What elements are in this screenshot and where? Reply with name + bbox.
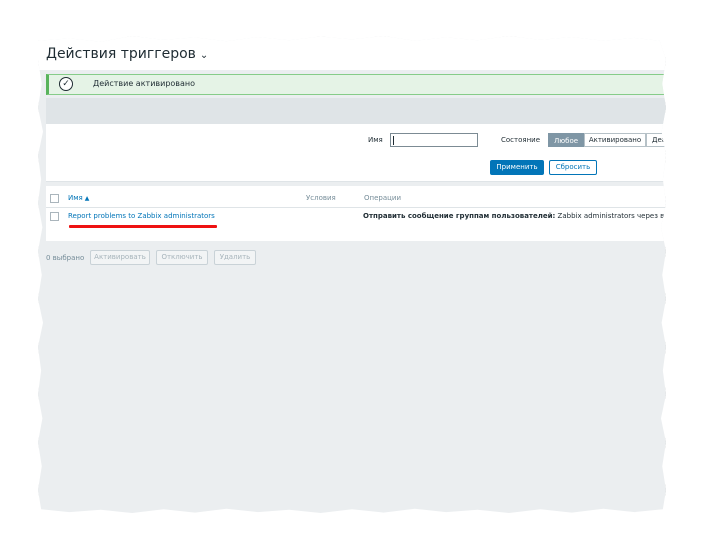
action-name-link[interactable]: Report problems to Zabbix administrators — [68, 212, 215, 220]
header-divider — [46, 207, 666, 208]
delete-button[interactable]: Удалить — [214, 250, 256, 265]
success-message: ✓ Действие активировано — [46, 74, 666, 95]
screenshot-sheet: Действия триггеров ⌄ ✓ Действие активиров… — [38, 36, 666, 514]
message-text: Действие активировано — [93, 79, 196, 88]
enable-button[interactable]: Активировать — [90, 250, 150, 265]
state-option-enabled[interactable]: Активировано — [584, 133, 646, 147]
column-header-name[interactable]: Имя ▲ — [68, 194, 89, 202]
state-option-any[interactable]: Любое — [548, 133, 584, 147]
filter-panel: Имя Состояние Любое Активировано Деактив… — [46, 124, 666, 182]
text-caret — [393, 136, 394, 145]
selected-count: 0 выбрано — [46, 254, 85, 262]
filter-tab-strip — [46, 98, 666, 124]
column-header-operations: Операции — [364, 194, 401, 202]
filter-name-label: Имя — [368, 136, 383, 144]
state-option-disabled[interactable]: Деактивировано — [646, 133, 666, 147]
sort-asc-icon: ▲ — [84, 195, 90, 202]
column-header-name-label: Имя — [68, 194, 83, 202]
chevron-down-icon[interactable]: ⌄ — [200, 50, 208, 61]
check-circle-icon: ✓ — [59, 77, 73, 91]
reset-button[interactable]: Сбросить — [549, 160, 597, 175]
red-underline-annotation — [69, 225, 217, 228]
filter-state-label: Состояние — [501, 136, 541, 144]
operations-cell: Отправить сообщение группам пользователе… — [363, 212, 666, 220]
header-bar: Действия триггеров ⌄ — [38, 36, 666, 70]
column-header-conditions: Условия — [306, 194, 336, 202]
actions-table: Имя ▲ Условия Операции Report problems to… — [46, 186, 666, 241]
row-checkbox[interactable] — [50, 212, 59, 221]
operations-bold-text: Отправить сообщение группам пользователе… — [363, 212, 556, 220]
disable-button[interactable]: Отключить — [156, 250, 208, 265]
filter-name-input[interactable] — [390, 133, 478, 147]
select-all-checkbox[interactable] — [50, 194, 59, 203]
page-title[interactable]: Действия триггеров ⌄ — [46, 46, 208, 62]
operations-text: Zabbix administrators через все способы … — [557, 212, 666, 220]
page-title-text: Действия триггеров — [46, 46, 196, 62]
apply-button[interactable]: Применить — [490, 160, 544, 175]
